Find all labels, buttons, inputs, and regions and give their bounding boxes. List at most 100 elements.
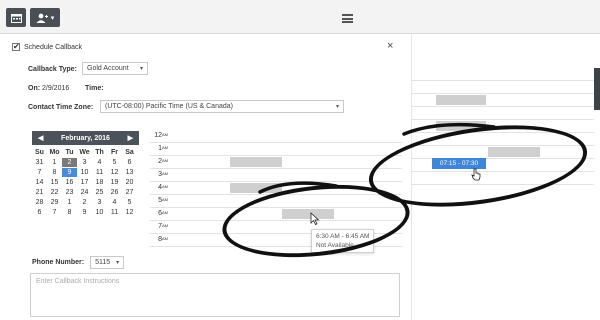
calendar-day[interactable]: 28 <box>32 198 47 207</box>
time-slot-row[interactable]: 1AM <box>150 143 402 156</box>
calendar-day[interactable]: 1 <box>47 158 62 167</box>
hour-label: 5AM <box>150 197 168 204</box>
phone-number-label: Phone Number: <box>32 259 85 266</box>
calendar-day[interactable]: 9 <box>62 168 77 177</box>
calendar-day[interactable]: 6 <box>32 208 47 217</box>
calendar-day[interactable]: 3 <box>77 158 92 167</box>
calendar-day[interactable]: 23 <box>62 188 77 197</box>
calendar-day[interactable]: 11 <box>107 208 122 217</box>
chevron-down-icon: ▾ <box>139 66 143 72</box>
on-date-value: 2/9/2016 <box>42 85 70 92</box>
hour-suffix: AM <box>162 145 168 150</box>
contact-menu-button[interactable]: ▾ <box>30 8 60 27</box>
calendar-day[interactable]: 1 <box>62 198 77 207</box>
calendar-icon <box>10 13 22 23</box>
time-label: Time: <box>85 85 104 92</box>
calendar-day[interactable]: 22 <box>47 188 62 197</box>
hour-label: 2AM <box>150 158 168 165</box>
phone-number-select[interactable]: 5115 ▾ <box>90 256 125 269</box>
hour-suffix: AM <box>162 223 168 228</box>
calendar-day[interactable]: 9 <box>77 208 92 217</box>
calendar-day[interactable]: 26 <box>107 188 122 197</box>
day-of-week-label: Th <box>95 149 104 156</box>
calendar-day[interactable]: 31 <box>32 158 47 167</box>
chevron-down-icon: ▾ <box>116 260 120 266</box>
hour-label: 4AM <box>150 184 168 191</box>
phone-number-row: Phone Number: 5115 ▾ <box>32 256 125 269</box>
hour-suffix: AM <box>162 132 168 137</box>
calendar-day[interactable]: 29 <box>47 198 62 207</box>
calendar-grid: Su Mo Tu We Th Fr Sa 31 1 2 3 4 5 6 7 8 9 10 11 12 13 14 15 16 1… <box>32 148 139 217</box>
calendar-day[interactable]: 10 <box>77 168 92 177</box>
calendar-header: ◀ February, 2016 ▶ <box>32 131 139 145</box>
schedule-callback-checkbox[interactable]: ✔ <box>12 43 20 51</box>
close-icon[interactable]: × <box>387 40 393 52</box>
calendar-day[interactable]: 2 <box>62 158 77 167</box>
calendar-day[interactable]: 14 <box>32 178 47 187</box>
calendar-day[interactable]: 8 <box>62 208 77 217</box>
chevron-down-icon: ▾ <box>335 104 339 110</box>
calendar-day[interactable]: 10 <box>92 208 107 217</box>
calendar-day[interactable]: 16 <box>62 178 77 187</box>
contact-icon <box>36 13 48 23</box>
day-of-week-label: Su <box>35 149 44 156</box>
time-zone-select[interactable]: (UTC-08:00) Pacific Time (US & Canada) ▾ <box>100 100 344 113</box>
calendar-day[interactable]: 15 <box>47 178 62 187</box>
schedule-callback-row[interactable]: ✔ Schedule Callback <box>12 43 82 51</box>
calendar-day[interactable]: 21 <box>32 188 47 197</box>
chevron-down-icon: ▾ <box>50 14 55 22</box>
schedule-callback-label: Schedule Callback <box>24 43 82 51</box>
calendar-day[interactable]: 5 <box>122 198 137 207</box>
swoosh-mark <box>402 122 496 136</box>
calendar-day[interactable]: 4 <box>107 198 122 207</box>
on-label: On: <box>28 85 41 92</box>
time-slot-row[interactable]: 2AM <box>150 156 402 169</box>
unavailable-slot <box>436 95 486 105</box>
calendar-day[interactable]: 5 <box>107 158 122 167</box>
hour-suffix: AM <box>162 158 168 163</box>
callback-type-label: Callback Type: <box>28 66 77 73</box>
day-of-week-label: Tu <box>65 149 74 156</box>
hour-suffix: AM <box>162 236 168 241</box>
calendar-day[interactable]: 2 <box>77 198 92 207</box>
calendar-day[interactable]: 7 <box>47 208 62 217</box>
hour-label: 8AM <box>150 236 168 243</box>
calendar-day[interactable]: 27 <box>122 188 137 197</box>
hour-label: 1AM <box>150 145 168 152</box>
hour-label: 6AM <box>150 210 168 217</box>
time-slot-row[interactable]: 12AM <box>150 130 402 143</box>
day-of-week-label: We <box>79 149 90 156</box>
calendar-day[interactable]: 25 <box>92 188 107 197</box>
zoom-scrollbar <box>594 68 600 110</box>
calendar-day[interactable]: 13 <box>122 168 137 177</box>
calendar-day[interactable]: 24 <box>77 188 92 197</box>
phone-number-value: 5115 <box>95 259 111 266</box>
hour-value: 12 <box>154 132 162 139</box>
next-month-icon[interactable]: ▶ <box>128 134 133 142</box>
calendar-day[interactable]: 4 <box>92 158 107 167</box>
calendar-day[interactable]: 18 <box>92 178 107 187</box>
day-of-week-label: Mo <box>49 149 60 156</box>
prev-month-icon[interactable]: ◀ <box>38 134 43 142</box>
callback-type-select[interactable]: Gold Account ▾ <box>82 62 148 75</box>
calendar-day[interactable]: 12 <box>122 208 137 217</box>
calendar-button[interactable] <box>6 8 26 27</box>
date-picker: ◀ February, 2016 ▶ Su Mo Tu We Th Fr Sa 31 1 2 3 4 5… <box>32 131 139 217</box>
day-of-week-label: Sa <box>125 149 134 156</box>
calendar-month-title: February, 2016 <box>61 134 110 142</box>
hamburger-icon[interactable] <box>342 14 353 23</box>
calendar-day[interactable]: 11 <box>92 168 107 177</box>
calendar-day[interactable]: 8 <box>47 168 62 177</box>
calendar-day[interactable]: 17 <box>77 178 92 187</box>
instructions-placeholder: Enter Callback Instructions <box>36 278 120 285</box>
calendar-day[interactable]: 20 <box>122 178 137 187</box>
calendar-day[interactable]: 12 <box>107 168 122 177</box>
calendar-day[interactable]: 7 <box>32 168 47 177</box>
calendar-day[interactable]: 19 <box>107 178 122 187</box>
calendar-day[interactable]: 6 <box>122 158 137 167</box>
calendar-day[interactable]: 3 <box>92 198 107 207</box>
callback-instructions-input[interactable]: Enter Callback Instructions <box>30 273 400 317</box>
callback-panel: ✔ Schedule Callback × Callback Type: Gol… <box>0 34 412 320</box>
time-zone-value: (UTC-08:00) Pacific Time (US & Canada) <box>105 103 233 110</box>
hour-label: 7AM <box>150 223 168 230</box>
